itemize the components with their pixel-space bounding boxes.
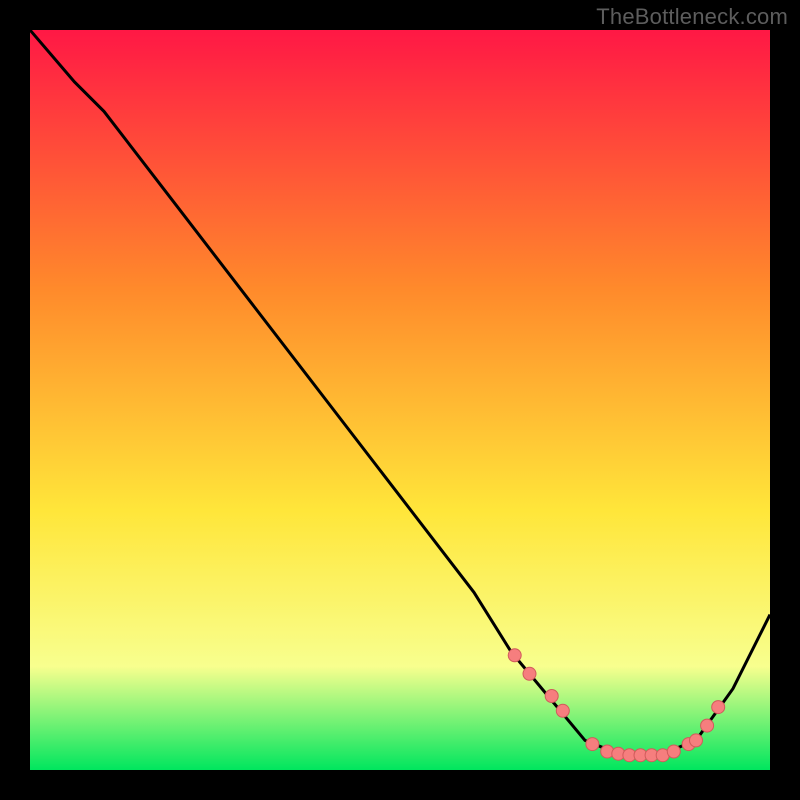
- chart-frame: TheBottleneck.com: [0, 0, 800, 800]
- curve-marker: [545, 690, 558, 703]
- curve-marker: [712, 701, 725, 714]
- watermark-text: TheBottleneck.com: [596, 4, 788, 30]
- curve-marker: [586, 738, 599, 751]
- gradient-background: [30, 30, 770, 770]
- curve-marker: [523, 667, 536, 680]
- plot-area: [30, 30, 770, 770]
- curve-marker: [508, 649, 521, 662]
- curve-marker: [667, 745, 680, 758]
- plot-svg: [30, 30, 770, 770]
- curve-marker: [701, 719, 714, 732]
- curve-marker: [690, 734, 703, 747]
- curve-marker: [556, 704, 569, 717]
